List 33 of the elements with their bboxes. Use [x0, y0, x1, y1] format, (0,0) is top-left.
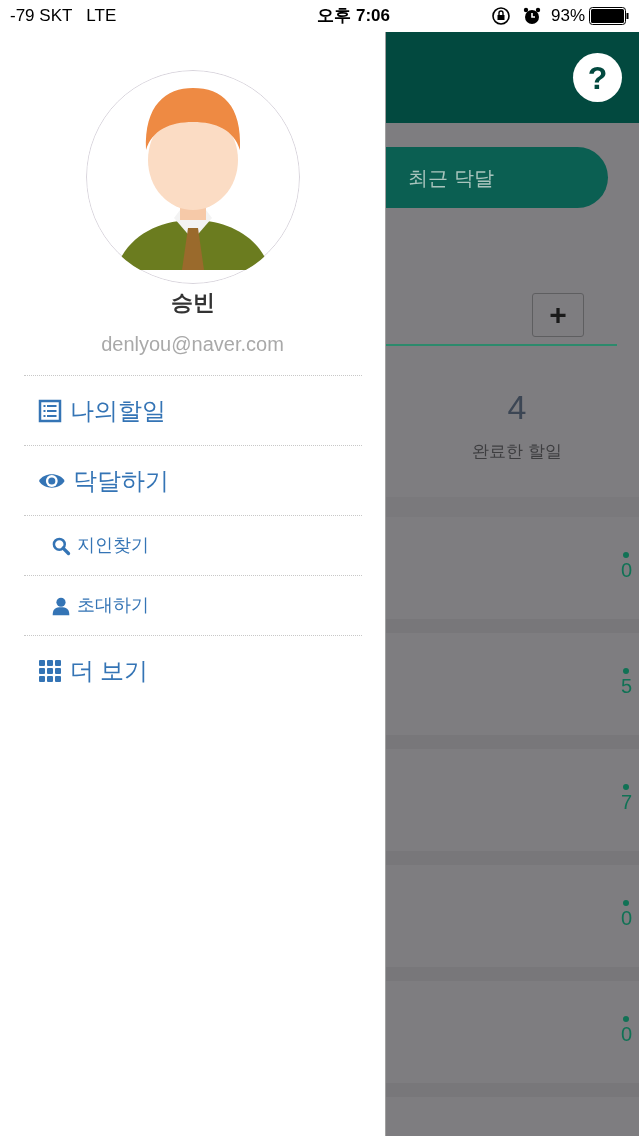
list-icon	[37, 398, 62, 423]
profile-name: 승빈	[170, 289, 215, 317]
menu-item[interactable]: 지인찾기	[23, 516, 149, 575]
task-count: 0	[620, 906, 632, 931]
network-text: LTE	[86, 5, 117, 28]
rotation-lock-icon	[490, 6, 511, 26]
help-button[interactable]: ?	[573, 53, 622, 102]
recent-tab[interactable]: 최근 닥달	[386, 147, 608, 208]
battery-percent: 93%	[550, 5, 585, 28]
carrier-text: -79 SKT	[10, 5, 73, 28]
person-icon	[50, 595, 71, 616]
battery-icon	[589, 7, 629, 25]
dot-icon	[623, 784, 630, 790]
task-count: 0	[620, 1022, 632, 1047]
menu-item[interactable]: 나의할일	[23, 376, 166, 445]
dot-icon	[623, 1016, 630, 1022]
menu-item[interactable]: 더 보기	[23, 636, 149, 705]
grid-icon	[37, 658, 62, 683]
alarm-icon	[522, 7, 541, 25]
dot-icon	[623, 900, 630, 906]
task-count: 7	[620, 790, 632, 815]
task-count: 5	[620, 674, 632, 699]
dot-icon	[623, 668, 630, 674]
completed-label: 완료한 할일	[472, 441, 562, 463]
menu-item[interactable]: 초대하기	[23, 576, 149, 635]
completed-count: 4	[507, 387, 527, 428]
search-icon	[50, 535, 71, 556]
task-count: 0	[620, 558, 632, 583]
dot-icon	[623, 552, 630, 558]
add-button[interactable]: +	[532, 293, 584, 337]
profile-email: denlyou@naver.com	[101, 332, 284, 357]
time-text: 오후 7:06	[316, 5, 390, 28]
menu-item[interactable]: 닥달하기	[23, 446, 170, 515]
